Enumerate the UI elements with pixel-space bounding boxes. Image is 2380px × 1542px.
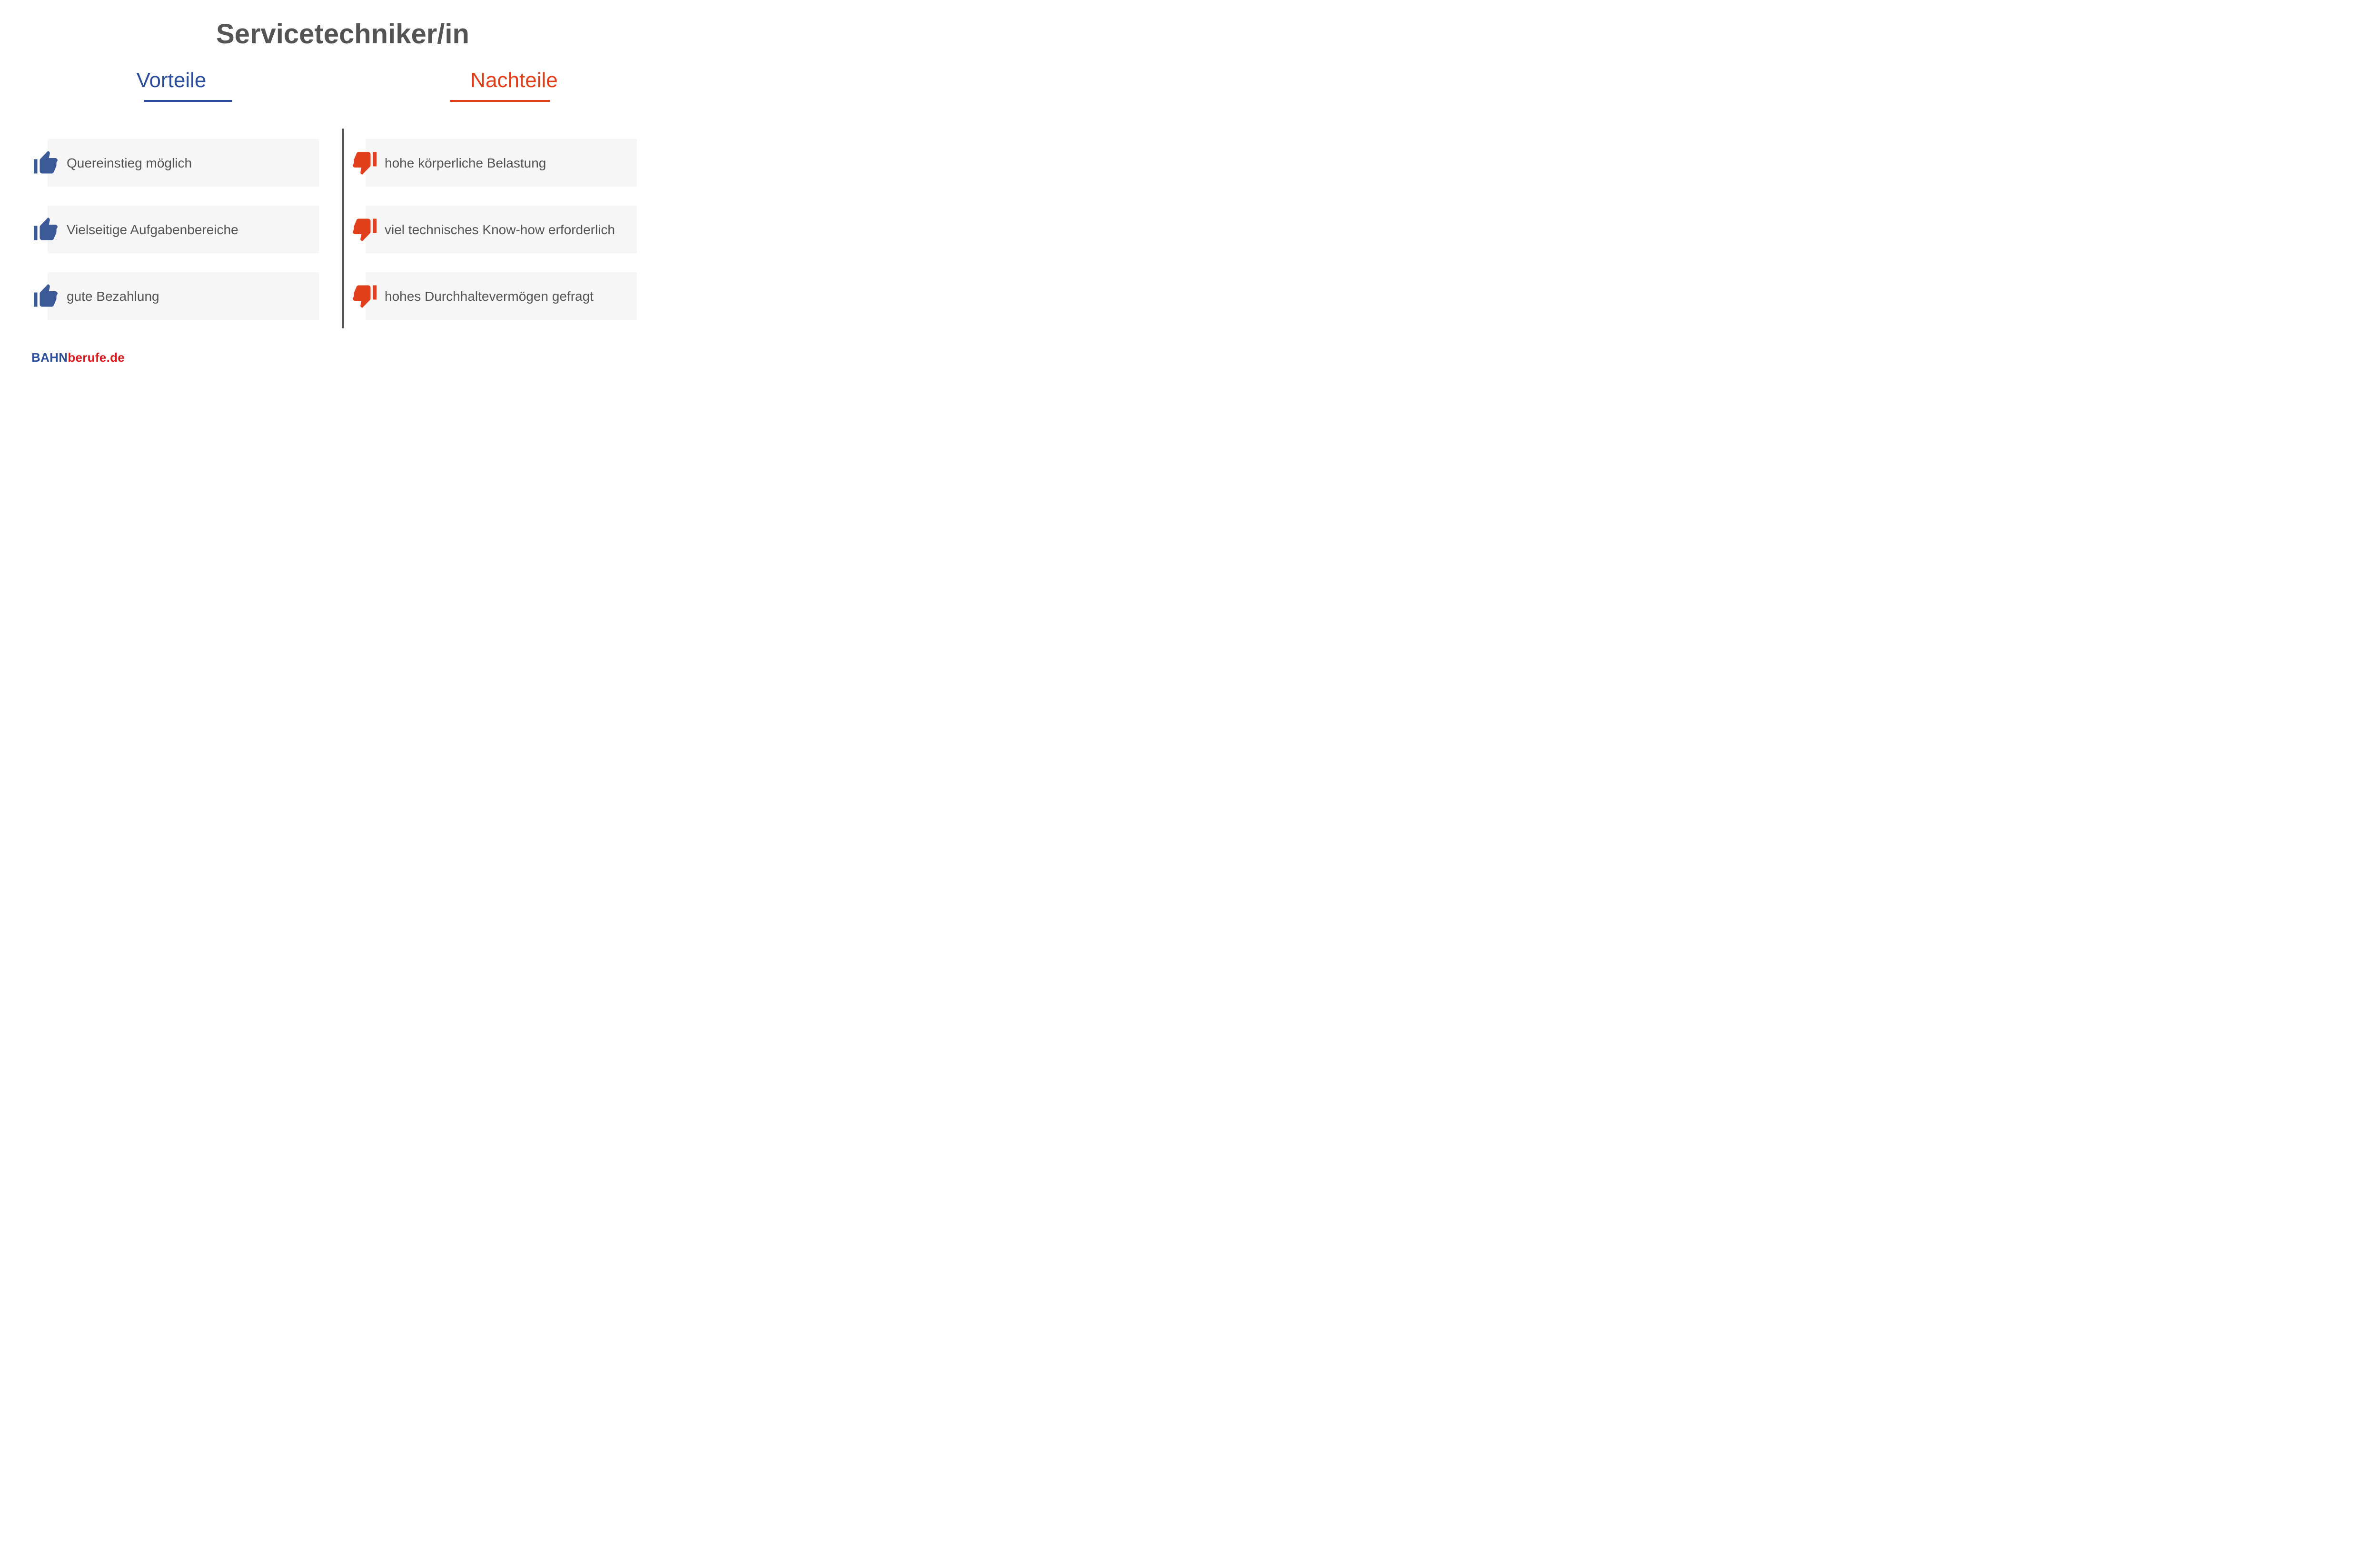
- pro-item-text: Vielseitige Aufgabenbereiche: [67, 221, 238, 238]
- pro-item: Vielseitige Aufgabenbereiche: [48, 206, 319, 253]
- underline-nachteile: [450, 100, 550, 102]
- thumb-up-icon: [31, 282, 60, 310]
- heading-vorteile: Vorteile: [0, 69, 343, 92]
- con-item-text: viel technisches Know-how erforderlich: [385, 221, 615, 238]
- brand-part-1: BAHN: [31, 350, 68, 365]
- underline-vorteile: [144, 100, 232, 102]
- thumb-down-icon: [350, 282, 379, 310]
- brand-part-2: berufe.de: [68, 350, 125, 365]
- heading-nachteile: Nachteile: [343, 69, 685, 92]
- con-item-text: hohes Durchhaltevermögen gefragt: [385, 288, 594, 305]
- infographic-canvas: Servicetechniker/in Vorteile Nachteile Q…: [0, 0, 685, 386]
- page-title: Servicetechniker/in: [0, 18, 685, 50]
- pro-item-text: gute Bezahlung: [67, 288, 159, 305]
- thumb-down-icon: [350, 148, 379, 177]
- center-divider: [342, 128, 344, 328]
- con-item: viel technisches Know-how erforderlich: [366, 206, 637, 253]
- pro-item: gute Bezahlung: [48, 272, 319, 320]
- thumb-down-icon: [350, 215, 379, 244]
- thumb-up-icon: [31, 215, 60, 244]
- brand-logo: BAHNberufe.de: [31, 350, 125, 365]
- pro-item: Quereinstieg möglich: [48, 139, 319, 187]
- con-item: hohes Durchhaltevermögen gefragt: [366, 272, 637, 320]
- con-item-text: hohe körperliche Belastung: [385, 155, 546, 171]
- pro-item-text: Quereinstieg möglich: [67, 155, 192, 171]
- con-item: hohe körperliche Belastung: [366, 139, 637, 187]
- thumb-up-icon: [31, 148, 60, 177]
